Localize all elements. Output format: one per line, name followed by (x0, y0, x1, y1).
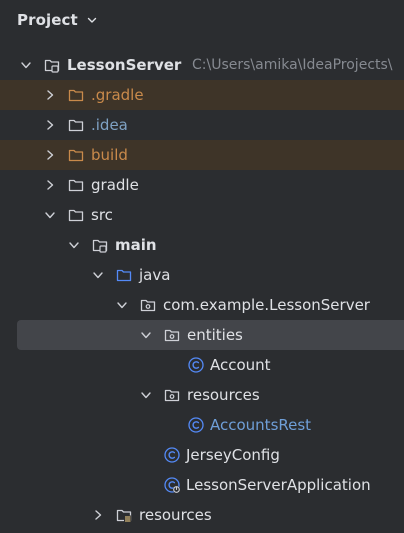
chevron-down-icon[interactable] (19, 58, 33, 72)
tree-node-label: resources (187, 386, 260, 404)
chevron-down-icon[interactable] (67, 238, 81, 252)
class-icon (164, 447, 180, 463)
tree-node-label: src (91, 206, 113, 224)
tree-node-label: entities (187, 326, 243, 344)
tree-node-jerseyconfig[interactable]: JerseyConfig (0, 440, 404, 470)
package-icon (140, 299, 156, 312)
resources-root-folder-icon (116, 509, 132, 523)
source-root-folder-icon (116, 269, 132, 282)
tree-node-label: .idea (91, 116, 128, 134)
chevron-down-icon[interactable] (91, 268, 105, 282)
excluded-folder-icon (68, 149, 84, 162)
tree-node-entities[interactable]: entities (17, 320, 404, 350)
chevron-down-icon[interactable] (139, 328, 153, 342)
class-icon (188, 357, 204, 373)
class-icon (188, 417, 204, 433)
tree-node-java[interactable]: java (0, 260, 404, 290)
folder-icon (68, 209, 84, 222)
project-view-selector[interactable]: Project (0, 0, 404, 40)
tree-node-label: LessonServerApplication (186, 476, 371, 494)
tree-node-label: .gradle (91, 86, 144, 104)
tree-node-gradle[interactable]: gradle (0, 170, 404, 200)
tree-node-package-root[interactable]: com.example.LessonServer (0, 290, 404, 320)
spring-boot-class-icon (164, 477, 181, 494)
tree-node-label: com.example.LessonServer (163, 296, 370, 314)
tree-node-lessonserver[interactable]: LessonServer C:\Users\amika\IdeaProjects… (0, 50, 404, 80)
tree-node-main[interactable]: main (0, 230, 404, 260)
project-tool-window: Project LessonServer C:\Users\amika\Idea… (0, 0, 404, 533)
chevron-right-icon[interactable] (43, 88, 57, 102)
module-folder-icon (92, 239, 108, 253)
chevron-right-icon[interactable] (43, 118, 57, 132)
tree-node-path: C:\Users\amika\IdeaProjects\ (192, 57, 393, 73)
tree-node-resources-package[interactable]: resources (0, 380, 404, 410)
tree-node-src[interactable]: src (0, 200, 404, 230)
tree-node-label: build (91, 146, 128, 164)
tree-node-label: resources (139, 506, 212, 524)
tree-node-label: LessonServer (67, 56, 182, 74)
tree-node-resources-root[interactable]: resources (0, 500, 404, 530)
tree-node-label: gradle (91, 176, 139, 194)
tree-node-label: java (139, 266, 171, 284)
chevron-down-icon[interactable] (43, 208, 57, 222)
panel-title: Project (17, 11, 78, 29)
chevron-right-icon[interactable] (43, 178, 57, 192)
chevron-right-icon[interactable] (43, 148, 57, 162)
tree-node-gradle-dir[interactable]: .gradle (0, 80, 404, 110)
tree-node-label: main (115, 236, 157, 254)
folder-icon (68, 119, 84, 132)
chevron-down-icon[interactable] (86, 14, 98, 26)
chevron-right-icon[interactable] (91, 508, 105, 522)
tree-node-label: Account (210, 356, 271, 374)
tree-node-label: AccountsRest (210, 416, 312, 434)
chevron-down-icon[interactable] (115, 298, 129, 312)
module-folder-icon (44, 59, 60, 73)
tree-node-account[interactable]: Account (0, 350, 404, 380)
chevron-down-icon[interactable] (139, 388, 153, 402)
tree-node-accountsrest[interactable]: AccountsRest (0, 410, 404, 440)
package-icon (164, 329, 180, 342)
tree-node-lessonserverapplication[interactable]: LessonServerApplication (0, 470, 404, 500)
tree-node-idea[interactable]: .idea (0, 110, 404, 140)
tree-node-label: JerseyConfig (186, 446, 280, 464)
excluded-folder-icon (68, 89, 84, 102)
folder-icon (68, 179, 84, 192)
package-icon (164, 389, 180, 402)
tree-node-build[interactable]: build (0, 140, 404, 170)
